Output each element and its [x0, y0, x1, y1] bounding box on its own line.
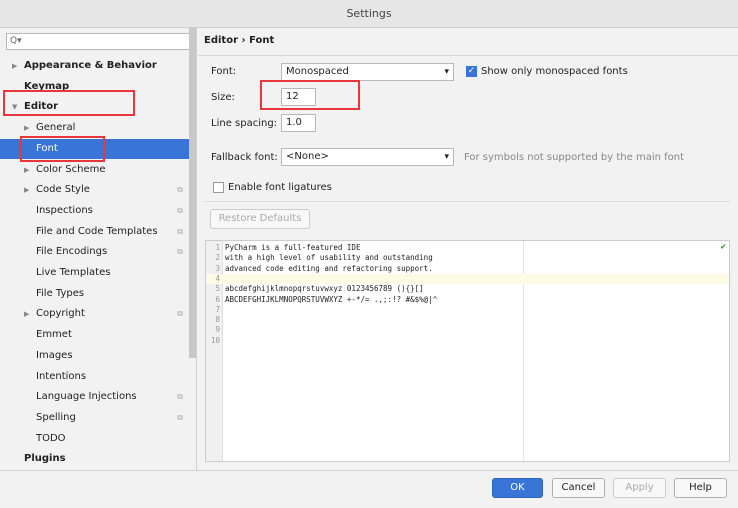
collapsed-arrow-icon[interactable]: ▶ [12, 56, 17, 76]
sidebar-item-label: Images [36, 349, 73, 361]
sidebar-item-label: Spelling [36, 411, 76, 423]
collapsed-arrow-icon[interactable]: ▶ [24, 304, 29, 324]
preview-line: 8 [206, 315, 729, 325]
monospaced-only-label: Show only monospaced fonts [481, 66, 628, 77]
project-scope-icon: ⧉ [177, 392, 183, 402]
sidebar-item-emmet[interactable]: Emmet [0, 325, 189, 345]
sidebar-item-images[interactable]: Images [0, 346, 189, 366]
sidebar-item-live-templates[interactable]: Live Templates [0, 263, 189, 283]
monospaced-only-checkbox[interactable]: ✓ [466, 66, 477, 77]
sidebar-item-todo[interactable]: TODO [0, 429, 189, 449]
help-button[interactable]: Help [674, 478, 727, 498]
fallback-font-dropdown[interactable]: <None> [281, 148, 454, 166]
preview-line: 10 [206, 336, 729, 346]
sidebar-item-plugins[interactable]: Plugins [0, 449, 189, 469]
annotation-box-size [260, 80, 360, 110]
line-number: 10 [210, 335, 220, 345]
project-scope-icon: ⧉ [177, 205, 183, 215]
project-scope-icon: ⧉ [177, 247, 183, 257]
annotation-box-editor [3, 90, 135, 116]
sidebar-item-label: Intentions [36, 370, 87, 382]
line-spacing-input[interactable]: 1.0 [281, 114, 316, 132]
fallback-font-label: Fallback font: [211, 152, 278, 163]
sidebar-item-file-types[interactable]: File Types [0, 284, 189, 304]
sidebar-item-label: Copyright [36, 308, 85, 320]
project-scope-icon: ⧉ [177, 226, 183, 236]
size-label: Size: [211, 92, 235, 103]
line-number: 3 [215, 263, 220, 273]
sidebar-item-label: Color Scheme [36, 163, 106, 175]
sidebar-scrollbar[interactable] [189, 28, 196, 358]
sidebar-item-label: File and Code Templates [36, 225, 158, 237]
sidebar-item-label: Code Style [36, 184, 90, 196]
preview-line: 9 [206, 325, 729, 335]
project-scope-icon: ⧉ [177, 412, 183, 422]
sidebar-item-inspections[interactable]: Inspections ⧉ [0, 201, 189, 221]
font-dropdown[interactable]: Monospaced [281, 63, 454, 81]
preview-line: 1 PyCharm is a full-featured IDE [206, 243, 729, 253]
line-number: 5 [215, 284, 220, 294]
preview-line: 6 ABCDEFGHIJKLMNOPQRSTUVWXYZ +-*/= .,;:!?… [206, 295, 729, 305]
collapsed-arrow-icon[interactable]: ▶ [24, 160, 29, 180]
cancel-button[interactable]: Cancel [552, 478, 605, 498]
project-scope-icon: ⧉ [177, 185, 183, 195]
preview-line: 5 abcdefghijklmnopqrstuvwxyz 0123456789 (… [206, 284, 729, 294]
ok-button[interactable]: OK [492, 478, 543, 498]
sidebar-item-label: Plugins [24, 453, 66, 465]
sidebar-item-label: TODO [36, 432, 66, 444]
sidebar-item-label: Appearance & Behavior [24, 60, 157, 71]
sidebar-item-copyright[interactable]: ▶ Copyright ⧉ [0, 304, 189, 324]
font-label: Font: [211, 66, 237, 77]
divider [198, 55, 738, 56]
restore-defaults-button[interactable]: Restore Defaults [210, 209, 310, 229]
line-number: 8 [215, 315, 220, 325]
sidebar-item-label: File Types [36, 287, 85, 299]
line-number: 7 [215, 304, 220, 314]
sidebar-item-label: Live Templates [36, 267, 111, 278]
line-number: 6 [215, 294, 220, 304]
preview-text: advanced code editing and refactoring su… [225, 263, 433, 273]
sidebar-item-label: Emmet [36, 329, 72, 341]
settings-search-input[interactable]: Q▾ [6, 33, 190, 50]
sidebar-item-color-scheme[interactable]: ▶ Color Scheme [0, 160, 189, 180]
apply-button[interactable]: Apply [613, 478, 666, 498]
sidebar-item-file-encodings[interactable]: File Encodings ⧉ [0, 242, 189, 262]
sidebar-item-code-style[interactable]: ▶ Code Style ⧉ [0, 180, 189, 200]
sidebar-item-spelling[interactable]: Spelling ⧉ [0, 408, 189, 428]
line-number: 1 [215, 243, 220, 252]
breadcrumb: Editor › Font [204, 35, 275, 46]
collapsed-arrow-icon[interactable]: ▶ [24, 180, 29, 200]
sidebar-item-file-and-code-templates[interactable]: File and Code Templates ⧉ [0, 222, 189, 242]
sidebar-item-label: Inspections [36, 204, 93, 216]
annotation-box-font [20, 136, 105, 162]
preview-text: ABCDEFGHIJKLMNOPQRSTUVWXYZ +-*/= .,;:!? … [225, 294, 438, 304]
divider [204, 201, 730, 202]
check-icon: ✔ [720, 242, 726, 252]
project-scope-icon: ⧉ [177, 309, 183, 319]
sidebar-item-intentions[interactable]: Intentions [0, 367, 189, 387]
ligatures-label: Enable font ligatures [228, 182, 332, 193]
ligatures-checkbox[interactable] [213, 182, 224, 193]
line-number: 2 [215, 253, 220, 263]
preview-line: 2 with a high level of usability and outs… [206, 253, 729, 263]
font-value: Monospaced [286, 66, 349, 77]
line-number: 4 [215, 273, 220, 283]
window-title: Settings [0, 0, 738, 28]
font-preview-editor[interactable]: 1 PyCharm is a full-featured IDE 2 with a h… [205, 240, 730, 462]
fallback-hint: For symbols not supported by the main fo… [464, 152, 685, 163]
dialog-footer: OK Cancel Apply Help [0, 470, 738, 508]
preview-text: abcdefghijklmnopqrstuvwxyz 0123456789 ()… [225, 284, 424, 294]
preview-line: 4 [206, 273, 729, 285]
sidebar-item-appearance-behavior[interactable]: ▶ Appearance & Behavior [0, 56, 189, 76]
sidebar-item-language-injections[interactable]: Language Injections ⧉ [0, 387, 189, 407]
preview-line: 7 [206, 305, 729, 315]
sidebar-item-label: File Encodings [36, 246, 108, 258]
preview-line: 3 advanced code editing and refactoring s… [206, 264, 729, 274]
sidebar-item-label: Language Injections [36, 391, 137, 403]
line-spacing-label: Line spacing: [211, 118, 278, 129]
preview-text: PyCharm is a full-featured IDE [225, 243, 361, 252]
preview-text: with a high level of usability and outst… [225, 253, 433, 263]
line-number: 9 [215, 325, 220, 335]
fallback-font-value: <None> [286, 151, 329, 162]
